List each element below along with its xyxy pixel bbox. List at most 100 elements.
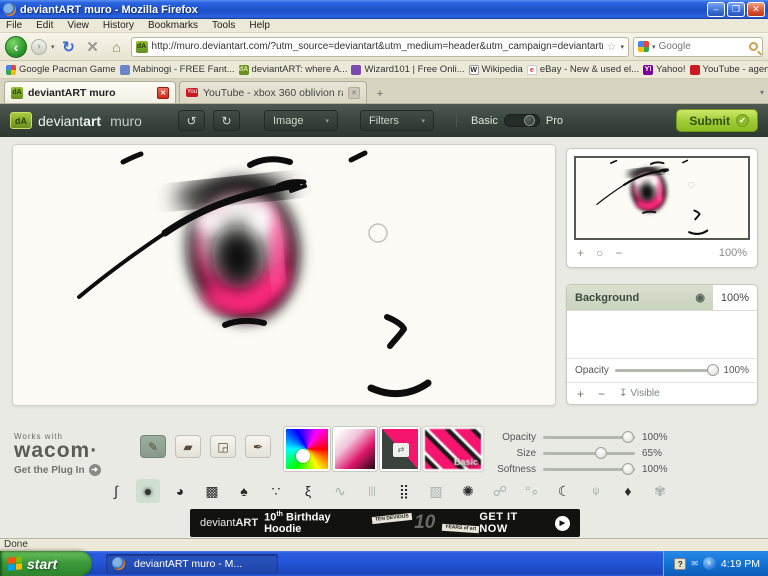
brush-preview-swatch[interactable]: Basic [422, 426, 484, 472]
brush-vertical-lines[interactable]: ||| [360, 479, 384, 503]
image-menu-button[interactable]: Image ▾ [263, 110, 338, 131]
search-input[interactable] [658, 41, 746, 52]
bookmark-google-pacman[interactable]: Google Pacman Game [6, 64, 116, 75]
basic-pro-toggle[interactable] [503, 114, 540, 127]
forward-button[interactable]: › [31, 38, 47, 55]
tab-list-dropdown-icon[interactable]: ▾ [760, 88, 764, 103]
brush-wet-blob[interactable]: ♠ [232, 479, 256, 503]
brush-ink-halfmoon[interactable]: ◕ [168, 479, 192, 503]
fill-bucket-tool-button[interactable]: ◲ [210, 435, 236, 458]
menu-tools[interactable]: Tools [212, 20, 235, 31]
foreground-background-swatch[interactable]: ⇄ [379, 426, 421, 472]
bookmark-youtube[interactable]: YouTube - agent2401'... [689, 64, 768, 75]
minimize-button[interactable]: – [707, 2, 725, 17]
add-layer-button[interactable]: + [577, 387, 584, 401]
brush-droplet[interactable]: ♦ [616, 479, 640, 503]
menu-edit[interactable]: Edit [36, 20, 53, 31]
toggle-knob[interactable] [523, 115, 535, 126]
new-tab-button[interactable]: + [370, 85, 390, 103]
back-button[interactable]: ‹ [5, 35, 27, 58]
drawing-canvas[interactable] [12, 144, 556, 406]
restore-button[interactable]: ❐ [727, 2, 745, 17]
hoodie-ad-banner[interactable]: deviantART 10th Birthday Hoodie 10 TEN D… [190, 509, 580, 537]
zoom-in-button[interactable]: + [577, 246, 584, 260]
brush-shell-swirl[interactable]: ☾ [552, 479, 576, 503]
menu-history[interactable]: History [103, 20, 134, 31]
menu-view[interactable]: View [67, 20, 89, 31]
redo-button[interactable]: ↻ [212, 110, 240, 131]
opacity-slider[interactable] [543, 430, 635, 443]
brush-crosshatch[interactable]: ▩ [200, 479, 224, 503]
submit-button[interactable]: Submit ✔ [676, 109, 758, 132]
brush-diagonal-hatch[interactable]: ▨ [424, 479, 448, 503]
brush-pen-squiggle[interactable]: ∫ [104, 479, 128, 503]
brush-tool-button[interactable]: ✎ [140, 435, 166, 458]
layer-visible-toggle[interactable]: ↧ Visible [619, 388, 660, 399]
tab-youtube[interactable]: You YouTube - xbox 360 oblivion rare arm… [179, 81, 367, 103]
refresh-button[interactable]: ↻ [59, 38, 79, 56]
menu-help[interactable]: Help [249, 20, 270, 31]
zoom-fit-button[interactable]: ○ [596, 246, 603, 260]
tray-help-icon[interactable]: ? [674, 557, 687, 570]
swap-colors-icon[interactable]: ⇄ [393, 443, 409, 457]
hide-icons-chevron[interactable]: ‹ [702, 557, 716, 570]
taskbar-item-firefox[interactable]: deviantART muro - M... [106, 553, 278, 574]
start-button[interactable]: start [0, 551, 92, 576]
home-button[interactable]: ⌂ [107, 39, 127, 55]
color-wheel-selector[interactable] [296, 449, 310, 463]
url-dropdown-icon[interactable]: ▾ [620, 43, 624, 51]
brush-branch[interactable]: ψ [584, 479, 608, 503]
remove-layer-button[interactable]: − [598, 387, 605, 401]
bookmark-wizard101[interactable]: Wizard101 | Free Onli... [351, 64, 465, 75]
brush-bubbles[interactable]: °∘ [520, 479, 544, 503]
zoom-out-button[interactable]: − [615, 246, 622, 260]
get-it-now-button[interactable]: GET IT NOW ▶ [479, 511, 570, 535]
brush-textured-sphere[interactable]: ✾ [648, 479, 672, 503]
menu-file[interactable]: File [6, 20, 22, 31]
brush-spatter-dots[interactable]: ∵ [264, 479, 288, 503]
bookmark-deviantart[interactable]: dA deviantART: where A... [238, 64, 347, 75]
navigator-preview[interactable] [574, 156, 750, 240]
softness-slider[interactable] [543, 462, 635, 475]
url-input[interactable] [151, 41, 603, 52]
bookmark-star-icon[interactable]: ☆ [607, 40, 617, 53]
brush-smooth-curve[interactable]: ∿ [328, 479, 352, 503]
size-slider[interactable] [543, 446, 635, 459]
search-box[interactable]: ▾ [633, 36, 763, 57]
shade-gradient-picker[interactable] [332, 426, 378, 472]
layer-opacity-slider[interactable] [614, 364, 720, 376]
slider-knob[interactable] [594, 446, 607, 459]
bookmark-yahoo[interactable]: Y! Yahoo! [643, 64, 686, 75]
layer-select-radio-icon[interactable]: ◉ [695, 291, 705, 304]
layer-row-background[interactable]: Background ◉ 100% [567, 285, 757, 311]
slider-knob[interactable] [707, 364, 720, 376]
eyedropper-tool-button[interactable]: ✒ [245, 435, 271, 458]
history-dropdown-icon[interactable]: ▾ [51, 43, 55, 51]
menu-bookmarks[interactable]: Bookmarks [148, 20, 198, 31]
slider-knob[interactable] [622, 462, 635, 475]
tray-misc-icon[interactable]: ✉ [691, 559, 698, 568]
color-wheel[interactable] [283, 426, 331, 472]
brush-soft-round[interactable]: ● [136, 479, 160, 503]
search-engine-dropdown-icon[interactable]: ▾ [652, 43, 656, 51]
close-button[interactable]: ✕ [747, 2, 765, 17]
slider-knob[interactable] [622, 430, 635, 443]
eraser-tool-button[interactable]: ▰ [175, 435, 201, 458]
undo-button[interactable]: ↺ [177, 110, 205, 131]
get-plugin-link[interactable]: Get the Plug In ➜ [14, 464, 101, 476]
brush-splatter-star[interactable]: ✺ [456, 479, 480, 503]
tab-close-icon[interactable]: ✕ [157, 86, 169, 99]
bookmark-mabinogi[interactable]: Mabinogi - FREE Fant... [119, 64, 235, 75]
brush-chain-links[interactable]: ☍ [488, 479, 512, 503]
filters-menu-button[interactable]: Filters ▾ [359, 110, 434, 131]
brush-scribble[interactable]: ξ [296, 479, 320, 503]
stop-button[interactable]: ✕ [83, 38, 103, 56]
bookmark-wikipedia[interactable]: W Wikipedia [468, 64, 523, 75]
brush-halftone-dots[interactable]: ⣿ [392, 479, 416, 503]
tab-deviantart-muro[interactable]: dA deviantART muro ✕ [4, 81, 176, 103]
bookmark-ebay[interactable]: e eBay - New & used el... [526, 64, 639, 75]
url-bar[interactable]: dA ☆ ▾ [130, 36, 629, 57]
search-icon[interactable] [749, 42, 758, 51]
tab-close-icon[interactable]: ✕ [348, 86, 360, 99]
system-tray: ? ✉ ‹ 4:19 PM [663, 551, 768, 576]
